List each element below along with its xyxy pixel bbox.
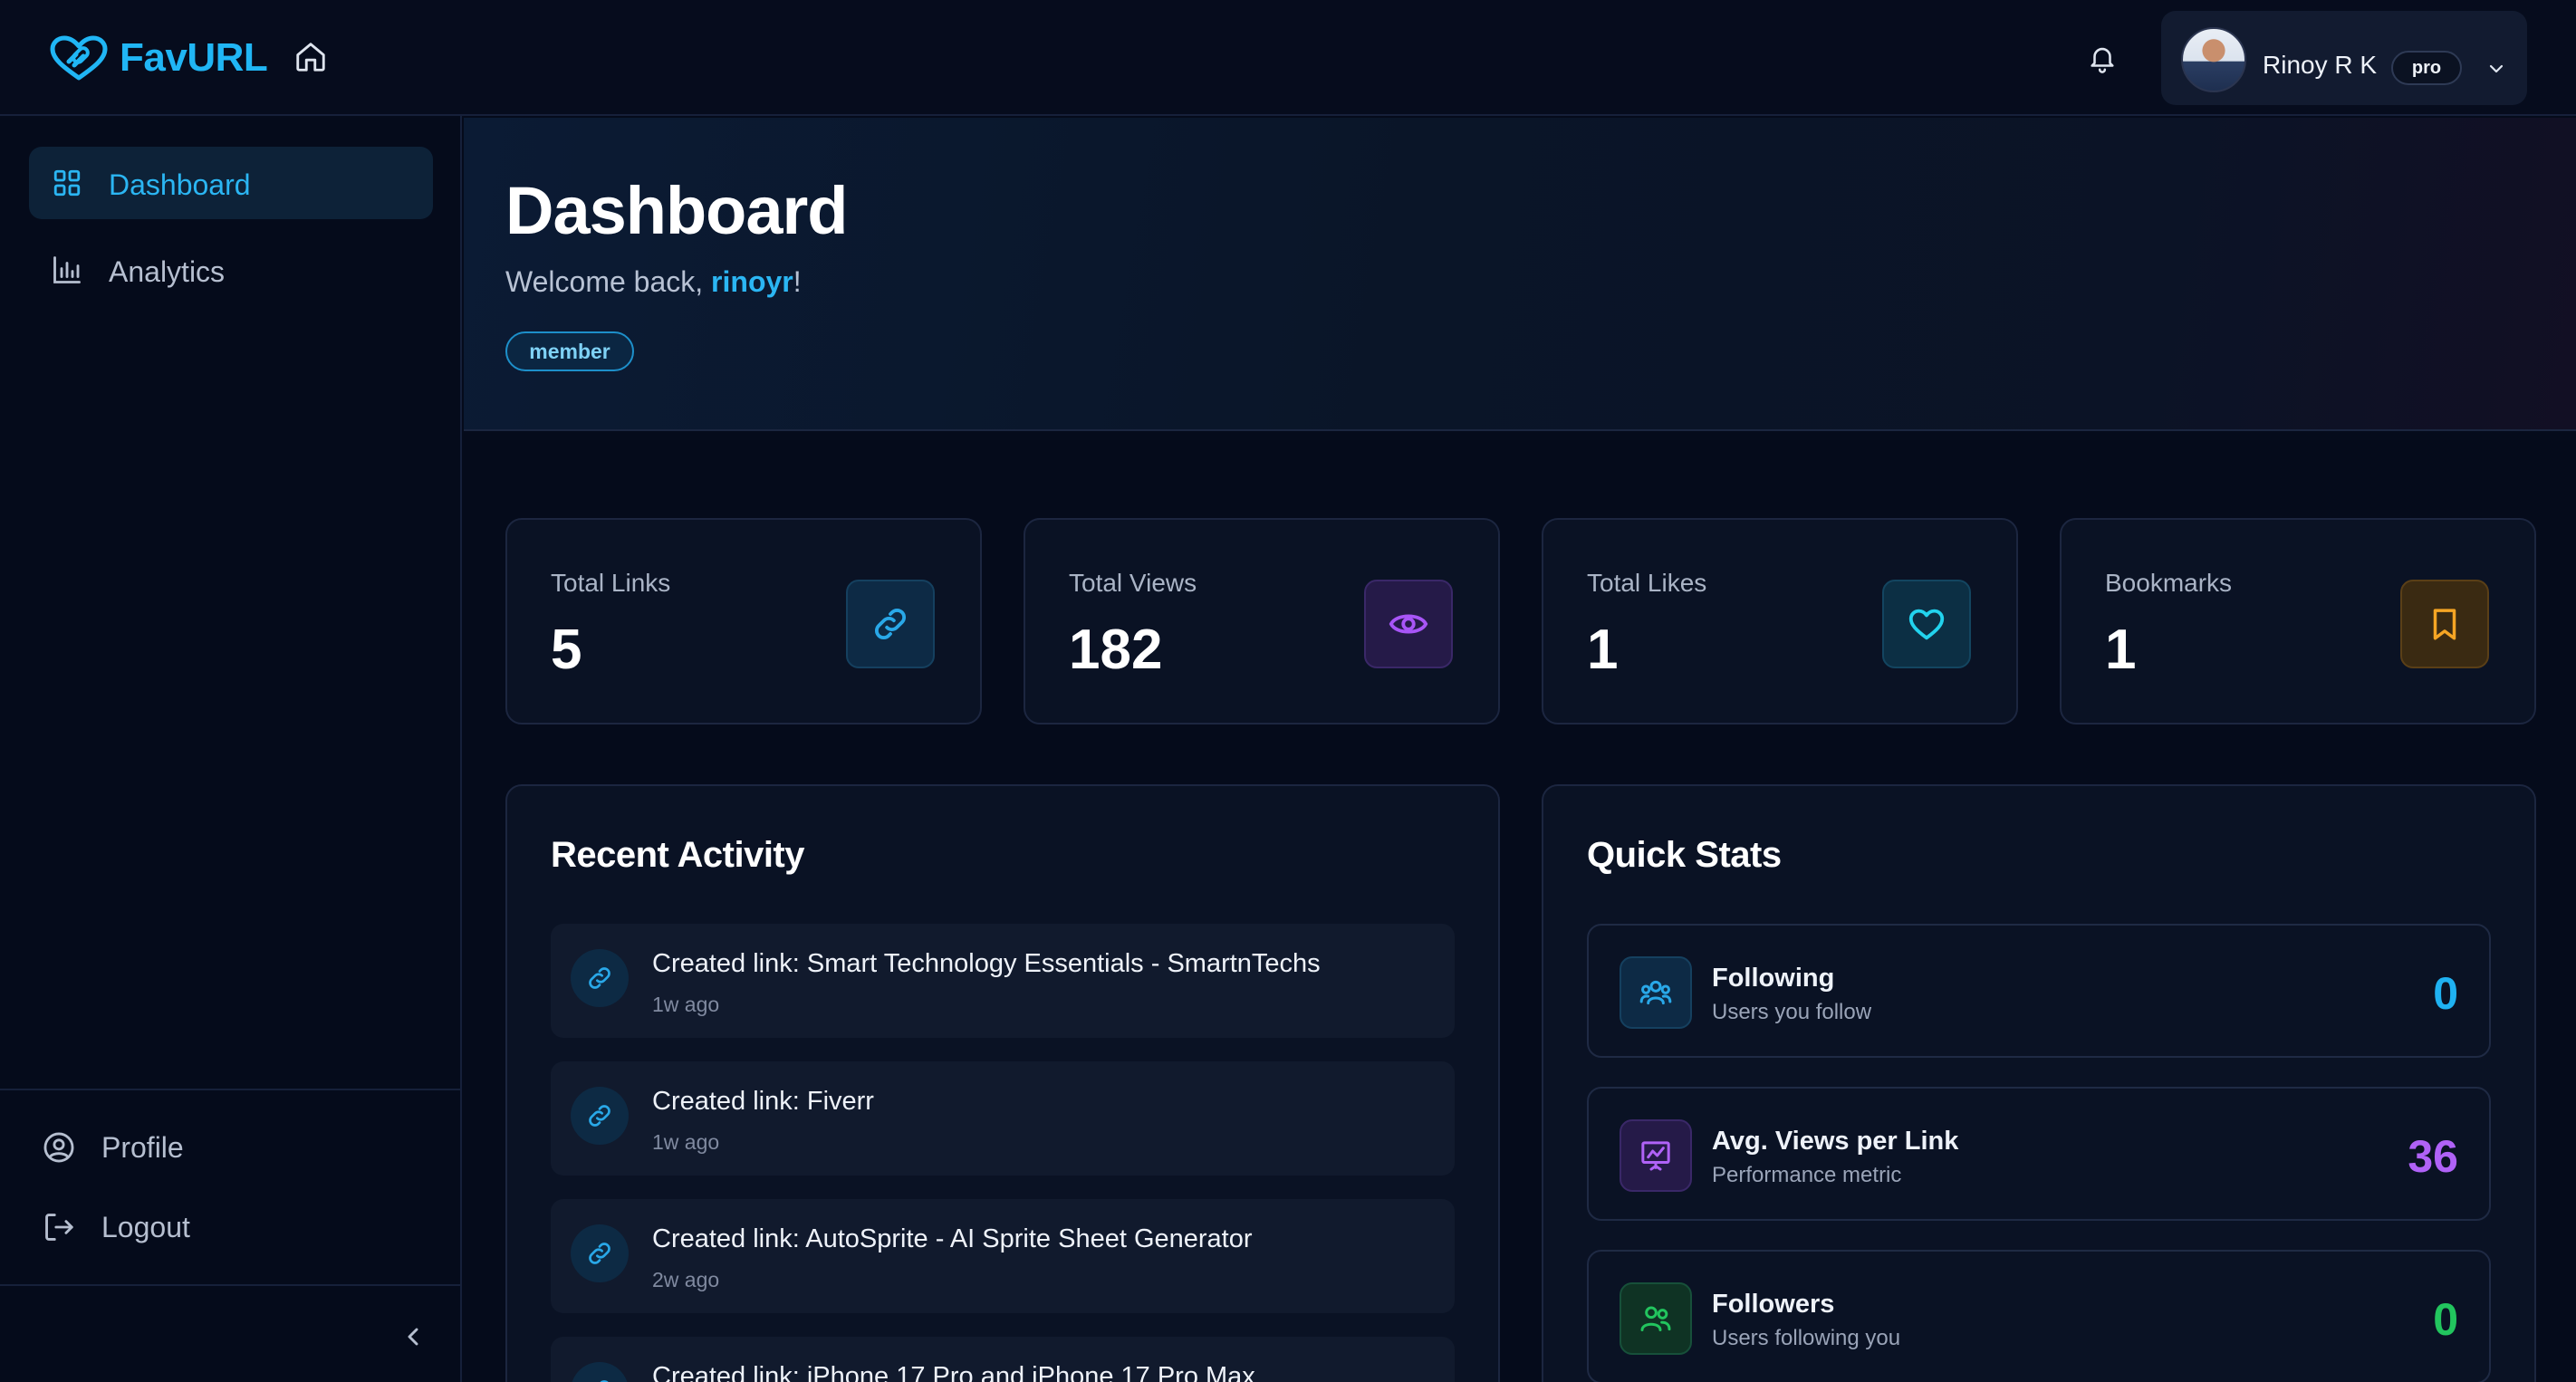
activity-item[interactable]: Created link: Smart Technology Essential… — [551, 924, 1455, 1038]
sidebar: Dashboard Analytics Profile Logout — [0, 116, 462, 1382]
activity-time: 1w ago — [652, 1130, 720, 1154]
activity-title: Created link: Smart Technology Essential… — [652, 949, 1321, 978]
user-group-icon — [1620, 1282, 1692, 1355]
activity-title: Created link: iPhone 17 Pro and iPhone 1… — [652, 1362, 1255, 1382]
page-title: Dashboard — [505, 173, 849, 248]
user-menu[interactable]: Rinoy R K pro — [2161, 11, 2527, 105]
chevron-left-icon — [408, 1328, 418, 1346]
welcome-prefix: Welcome back, — [505, 265, 712, 298]
avatar — [2181, 27, 2246, 92]
sidebar-divider — [0, 1089, 462, 1090]
quick-stat-subtitle: Users you follow — [1712, 1000, 1872, 1024]
heart-link-logo-icon — [50, 35, 108, 81]
top-bar: FavURL Rinoy R K pro — [0, 0, 2576, 116]
quick-stats-panel: Quick Stats Following Users you follow 0… — [1542, 784, 2536, 1382]
stat-value: 1 — [1587, 619, 1619, 681]
link-icon — [571, 949, 629, 1007]
quick-stat-value: 0 — [2433, 968, 2458, 1019]
sidebar-item-dashboard[interactable]: Dashboard — [29, 147, 433, 219]
stat-value: 182 — [1069, 619, 1163, 681]
link-icon — [571, 1224, 629, 1282]
dashboard-header: Dashboard Welcome back, rinoyr! member — [464, 118, 2576, 431]
activity-time: 1w ago — [652, 993, 720, 1016]
stat-card-total-links: Total Links 5 — [505, 518, 982, 725]
link-icon — [571, 1087, 629, 1145]
grid-icon — [51, 167, 83, 199]
activity-title: Created link: AutoSprite - AI Sprite She… — [652, 1224, 1253, 1253]
quick-stat-following: Following Users you follow 0 — [1587, 924, 2491, 1058]
panel-title: Recent Activity — [551, 835, 805, 875]
bell-icon — [2091, 47, 2114, 73]
link-icon — [846, 580, 935, 668]
heart-icon — [1882, 580, 1971, 668]
quick-stat-avg-views: Avg. Views per Link Performance metric 3… — [1587, 1087, 2491, 1221]
role-badge: member — [505, 331, 634, 371]
user-circle-icon — [42, 1130, 76, 1165]
quick-stat-followers: Followers Users following you 0 — [1587, 1250, 2491, 1382]
stat-card-total-views: Total Views 182 — [1024, 518, 1500, 725]
stat-label: Bookmarks — [2105, 569, 2233, 597]
sidebar-item-logout[interactable]: Logout — [29, 1195, 433, 1259]
welcome-username: rinoyr — [711, 265, 793, 298]
quick-stat-title: Following — [1712, 964, 1835, 993]
stat-card-total-likes: Total Likes 1 — [1542, 518, 2018, 725]
bookmark-icon — [2400, 580, 2489, 668]
stat-card-bookmarks: Bookmarks 1 — [2060, 518, 2536, 725]
link-icon — [571, 1362, 629, 1382]
recent-activity-panel: Recent Activity Created link: Smart Tech… — [505, 784, 1500, 1382]
logo-text: FavURL — [120, 35, 268, 80]
activity-item[interactable]: Created link: AutoSprite - AI Sprite She… — [551, 1199, 1455, 1313]
chevron-down-icon[interactable] — [2484, 58, 2509, 80]
quick-stat-title: Followers — [1712, 1290, 1835, 1319]
bar-chart-icon — [51, 254, 83, 286]
home-icon — [296, 43, 325, 72]
panel-title: Quick Stats — [1587, 835, 1782, 875]
sidebar-item-label: Analytics — [109, 255, 226, 288]
home-button[interactable] — [293, 40, 328, 74]
plan-badge: pro — [2391, 51, 2462, 85]
activity-time: 2w ago — [652, 1268, 720, 1291]
app-logo[interactable]: FavURL — [47, 31, 268, 85]
stat-value: 1 — [2105, 619, 2137, 681]
users-icon — [1620, 956, 1692, 1029]
quick-stat-subtitle: Performance metric — [1712, 1163, 1902, 1187]
activity-title: Created link: Fiverr — [652, 1087, 874, 1116]
stat-label: Total Likes — [1587, 569, 1707, 597]
eye-icon — [1364, 580, 1453, 668]
presentation-chart-icon — [1620, 1119, 1692, 1192]
sidebar-item-profile[interactable]: Profile — [29, 1116, 433, 1179]
collapse-sidebar-button[interactable] — [399, 1320, 428, 1353]
sidebar-divider — [0, 1284, 462, 1286]
quick-stat-value: 0 — [2433, 1294, 2458, 1345]
quick-stat-value: 36 — [2408, 1131, 2458, 1182]
welcome-suffix: ! — [793, 265, 802, 298]
logout-icon — [42, 1210, 76, 1244]
notifications-button[interactable] — [2087, 42, 2118, 74]
quick-stat-subtitle: Users following you — [1712, 1326, 1901, 1350]
stat-value: 5 — [551, 619, 582, 681]
activity-item[interactable]: Created link: iPhone 17 Pro and iPhone 1… — [551, 1337, 1455, 1382]
sidebar-item-label: Profile — [101, 1131, 184, 1164]
sidebar-item-analytics[interactable]: Analytics — [29, 234, 433, 306]
activity-item[interactable]: Created link: Fiverr 1w ago — [551, 1061, 1455, 1176]
welcome-message: Welcome back, rinoyr! — [505, 265, 802, 299]
stat-label: Total Links — [551, 569, 671, 597]
stat-label: Total Views — [1069, 569, 1197, 597]
sidebar-item-label: Logout — [101, 1211, 190, 1243]
quick-stat-title: Avg. Views per Link — [1712, 1127, 1959, 1156]
sidebar-item-label: Dashboard — [109, 168, 251, 201]
user-name: Rinoy R K — [2263, 51, 2378, 79]
